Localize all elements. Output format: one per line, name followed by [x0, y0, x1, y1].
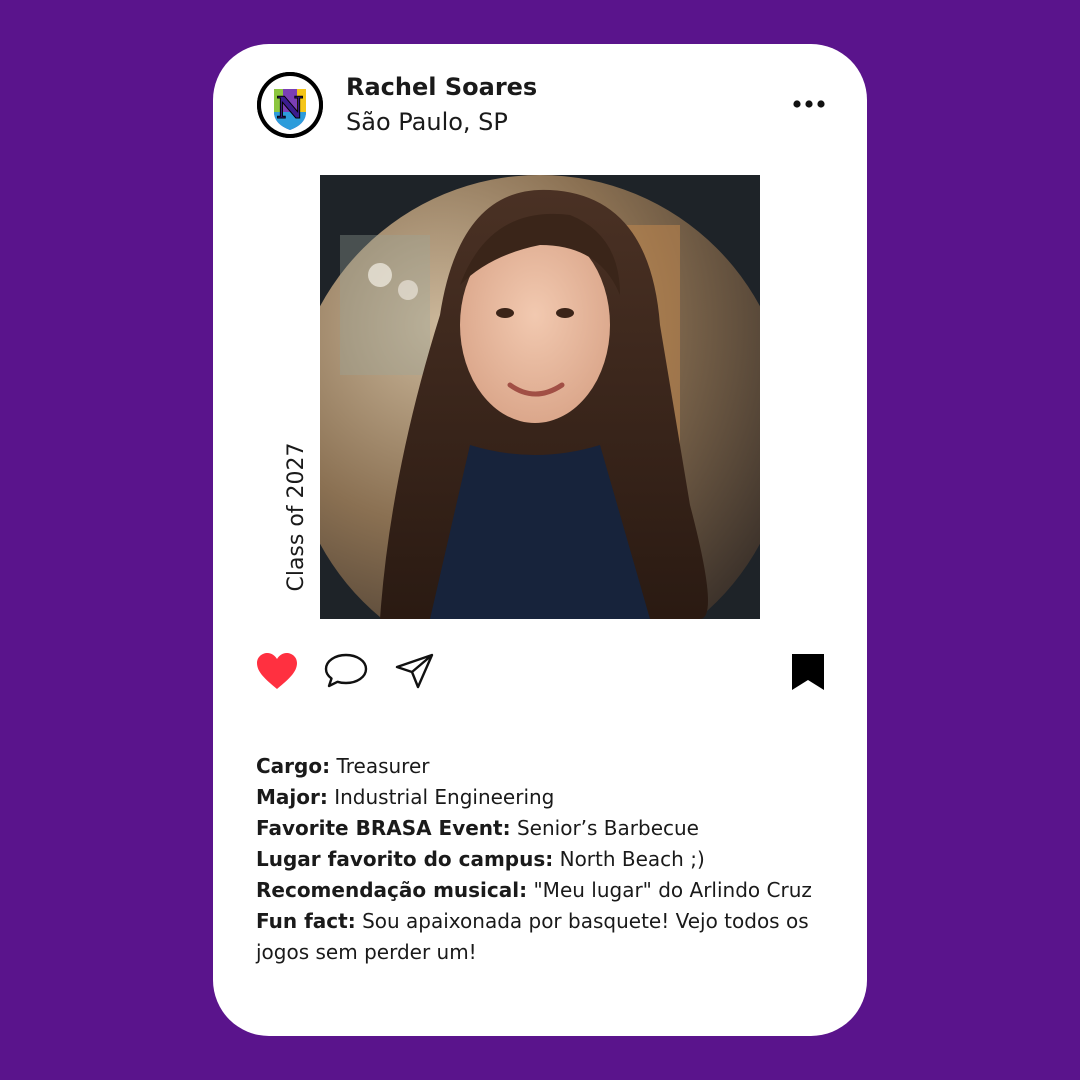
class-label: Class of 2027: [284, 442, 309, 592]
location: São Paulo, SP: [346, 108, 508, 136]
detail-value: Industrial Engineering: [334, 785, 555, 809]
brasa-logo: N: [257, 72, 323, 138]
send-icon[interactable]: [394, 651, 436, 695]
more-options-icon[interactable]: [789, 94, 829, 114]
post-card: N Rachel Soares São Paulo, SP Class of 2…: [213, 44, 867, 1036]
avatar[interactable]: N: [257, 72, 323, 138]
detail-value: "Meu lugar" do Arlindo Cruz: [533, 878, 812, 902]
detail-row: Fun fact: Sou apaixonada por basquete! V…: [256, 906, 846, 968]
detail-row: Lugar favorito do campus: North Beach ;): [256, 844, 846, 875]
detail-row: Major: Industrial Engineering: [256, 782, 846, 813]
detail-label: Lugar favorito do campus:: [256, 847, 554, 871]
detail-label: Recomendação musical:: [256, 878, 528, 902]
detail-label: Major:: [256, 785, 328, 809]
bookmark-icon[interactable]: [791, 653, 825, 695]
detail-row: Cargo: Treasurer: [256, 751, 846, 782]
detail-label: Cargo:: [256, 754, 331, 778]
detail-value: North Beach ;): [559, 847, 705, 871]
detail-label: Fun fact:: [256, 909, 356, 933]
detail-label: Favorite BRASA Event:: [256, 816, 511, 840]
heart-icon[interactable]: [255, 651, 299, 695]
svg-text:N: N: [276, 91, 303, 126]
profile-details: Cargo: Treasurer Major: Industrial Engin…: [256, 751, 846, 968]
detail-row: Recomendação musical: "Meu lugar" do Arl…: [256, 875, 846, 906]
detail-row: Favorite BRASA Event: Senior’s Barbecue: [256, 813, 846, 844]
profile-photo[interactable]: [320, 175, 760, 619]
username[interactable]: Rachel Soares: [346, 73, 537, 101]
detail-value: Senior’s Barbecue: [516, 816, 699, 840]
detail-value: Treasurer: [336, 754, 430, 778]
comment-icon[interactable]: [322, 651, 370, 695]
